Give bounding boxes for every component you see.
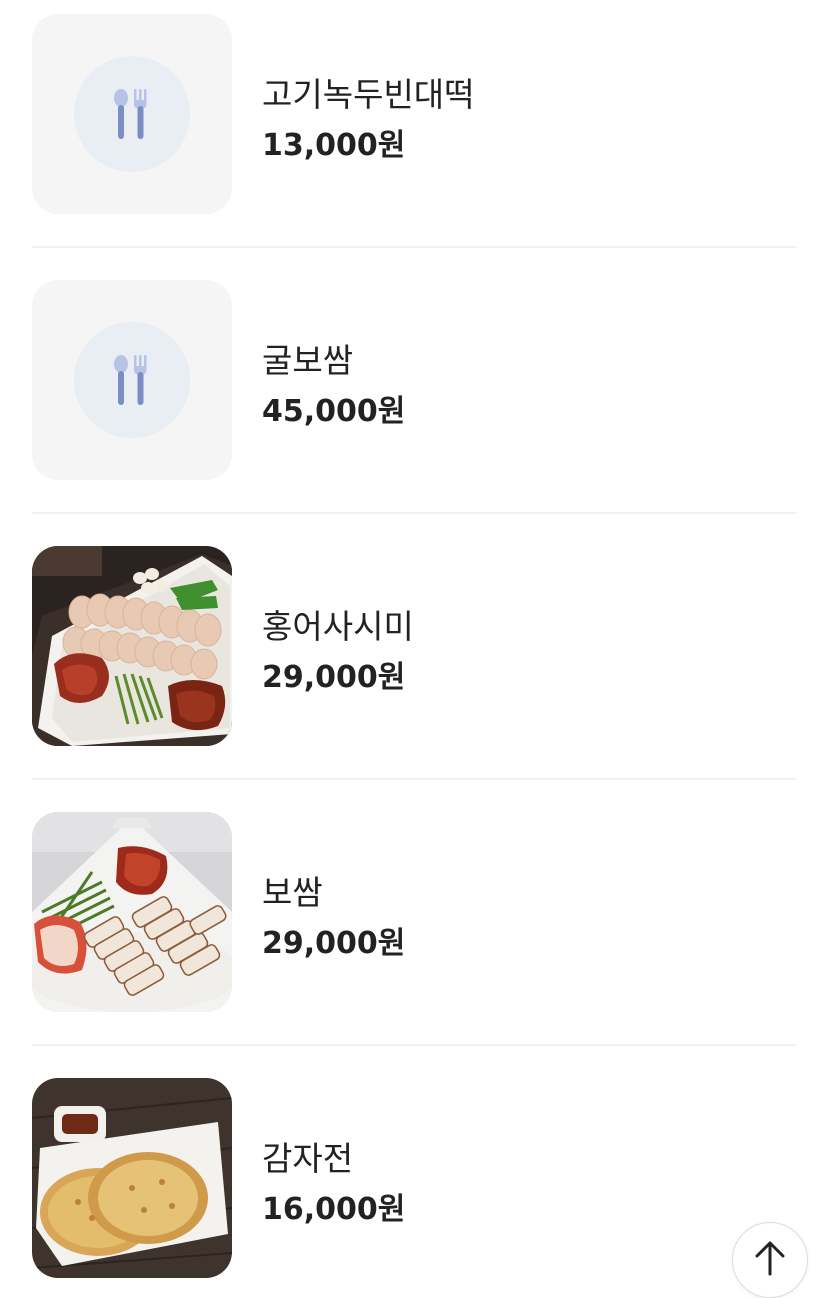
divider bbox=[32, 246, 796, 248]
menu-item-name: 보쌈 bbox=[262, 873, 323, 912]
menu-item-price: 29,000원 bbox=[262, 660, 406, 695]
menu-item[interactable]: 감자전 16,000원 bbox=[32, 1078, 796, 1278]
menu-item-price: 16,000원 bbox=[262, 1192, 406, 1227]
menu-item-name: 굴보쌈 bbox=[262, 341, 354, 380]
arrow-up-icon bbox=[755, 1241, 785, 1276]
menu-item-photo bbox=[32, 1078, 232, 1278]
utensils-icon bbox=[74, 322, 190, 438]
menu-item-photo bbox=[32, 812, 232, 1012]
divider bbox=[32, 778, 796, 780]
utensils-icon bbox=[74, 56, 190, 172]
menu-item-price: 13,000원 bbox=[262, 128, 406, 163]
menu-item[interactable]: 보쌈 29,000원 bbox=[32, 812, 796, 1012]
menu-item-image-placeholder bbox=[32, 14, 232, 214]
menu-item-price: 45,000원 bbox=[262, 394, 406, 429]
menu-item[interactable]: 홍어사시미 29,000원 bbox=[32, 546, 796, 746]
menu-item[interactable]: 고기녹두빈대떡 13,000원 bbox=[32, 14, 796, 214]
menu-item[interactable]: 굴보쌈 45,000원 bbox=[32, 280, 796, 480]
menu-item-photo bbox=[32, 546, 232, 746]
menu-item-image-placeholder bbox=[32, 280, 232, 480]
divider bbox=[32, 512, 796, 514]
menu-item-name: 고기녹두빈대떡 bbox=[262, 75, 475, 114]
scroll-to-top-button[interactable] bbox=[732, 1222, 808, 1298]
menu-item-name: 홍어사시미 bbox=[262, 607, 414, 646]
divider bbox=[32, 1044, 796, 1046]
menu-item-price: 29,000원 bbox=[262, 926, 406, 961]
menu-item-name: 감자전 bbox=[262, 1139, 354, 1178]
